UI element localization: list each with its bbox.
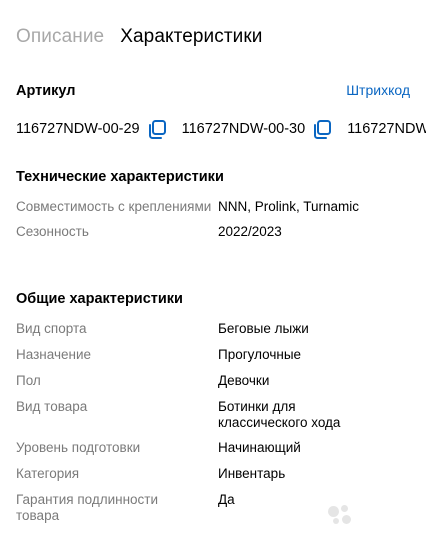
tab-bar: Описание Характеристики [16, 26, 263, 48]
spec-row: Сезонность 2022/2023 [16, 224, 410, 240]
spec-row: Совместимость с креплениями NNN, Prolink… [16, 199, 410, 215]
tech-specs-title: Технические характеристики [16, 169, 224, 185]
sku-header: Артикул Штрихкод [16, 82, 410, 99]
tab-description[interactable]: Описание [16, 26, 104, 48]
spec-label: Сезонность [16, 224, 89, 239]
spec-value: Инвентарь [218, 466, 286, 481]
barcode-link[interactable]: Штрихкод [346, 82, 410, 98]
sku-code: 116727NDW-00-29 [16, 121, 140, 137]
spec-row: Категория Инвентарь [16, 466, 410, 482]
copy-icon[interactable] [146, 118, 168, 140]
spec-label: Уровень подготовки [16, 440, 141, 455]
spec-value: Ботинки для классического хода [218, 399, 341, 430]
spec-label: Категория [16, 466, 80, 481]
spec-label: Вид товара [16, 399, 88, 414]
sku-item: 116727NDW-00-29 [16, 118, 168, 140]
general-specs-section: Общие характеристики Вид спорта Беговые … [16, 291, 410, 524]
watermark-text: Avito [357, 502, 412, 527]
sku-item: 116727NDW [347, 121, 426, 137]
spec-value: Девочки [218, 373, 270, 388]
spec-value: Да [218, 492, 235, 507]
spec-value: Начинающий [218, 440, 301, 455]
sku-list: 116727NDW-00-29 116727NDW-00-30 116727ND… [16, 118, 426, 140]
avito-watermark: Avito [327, 502, 412, 528]
spec-value: NNN, Prolink, Turnamic [218, 199, 360, 214]
spec-value: Беговые лыжи [218, 321, 309, 336]
spec-label: Пол [16, 373, 41, 388]
sku-title: Артикул [16, 83, 76, 99]
sku-code: 116727NDW-00-30 [181, 121, 306, 137]
spec-value: Прогулочные [218, 347, 302, 362]
general-specs-title: Общие характеристики [16, 291, 183, 307]
tab-characteristics[interactable]: Характеристики [120, 26, 262, 48]
spec-value: 2022/2023 [218, 224, 282, 239]
spec-label: Совместимость с креплениями [16, 199, 212, 214]
spec-label: Вид спорта [16, 321, 87, 336]
spec-label: Назначение [16, 347, 92, 362]
sku-code: 116727NDW [347, 121, 426, 137]
spec-label: Гарантия подлинности товара [16, 492, 159, 523]
sku-item: 116727NDW-00-30 [182, 118, 334, 140]
spec-row: Назначение Прогулочные [16, 347, 410, 363]
spec-row: Пол Девочки [16, 373, 410, 389]
copy-icon[interactable] [311, 118, 333, 140]
spec-row: Вид товара Ботинки для классического ход… [16, 399, 410, 431]
spec-row: Уровень подготовки Начинающий [16, 440, 410, 456]
avito-logo-icon [327, 505, 354, 525]
tech-specs-section: Технические характеристики Совместимость… [16, 169, 410, 240]
spec-row: Вид спорта Беговые лыжи [16, 321, 410, 337]
